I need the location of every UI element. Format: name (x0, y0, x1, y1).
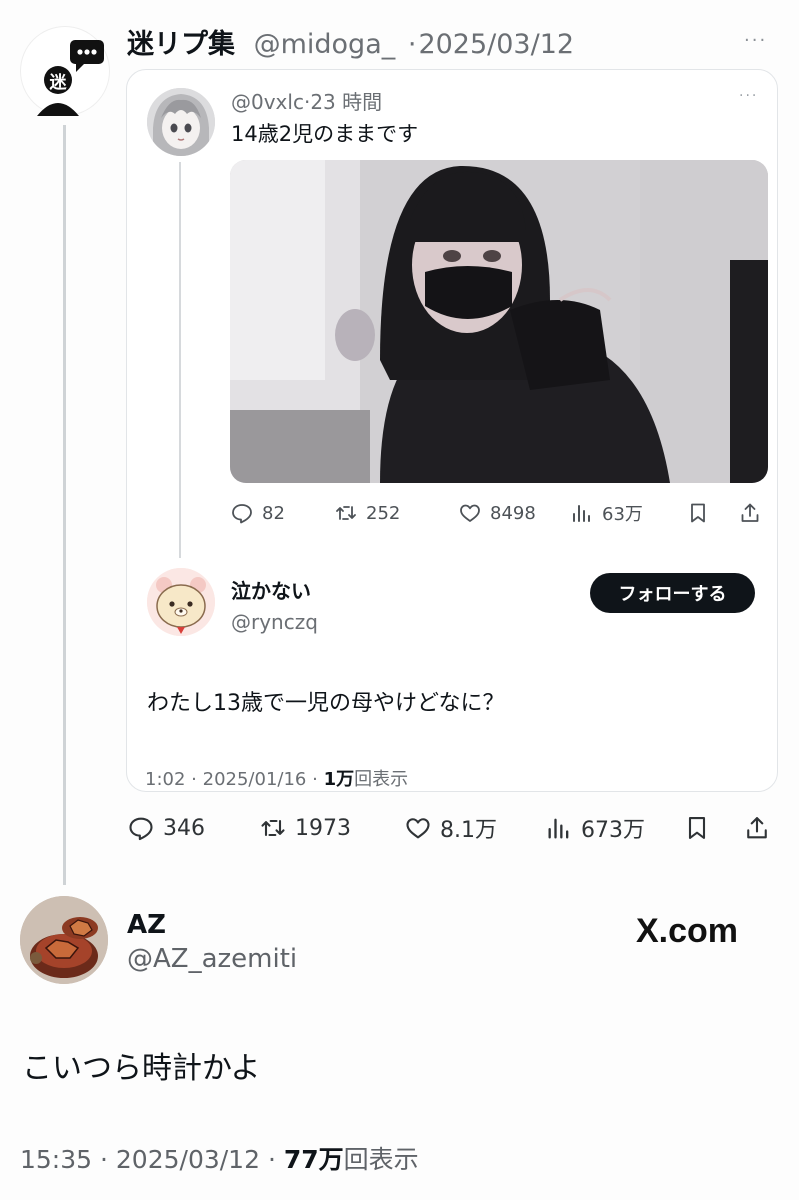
outer-views-button[interactable]: 673万 (545, 810, 645, 846)
main-date[interactable]: 2025/03/12 (116, 1145, 260, 1174)
bear-avatar-icon (147, 568, 215, 636)
main-handle[interactable]: @AZ_azemiti (127, 944, 297, 974)
outer-like-button[interactable]: 8.1万 (404, 810, 497, 846)
outer-repost-button[interactable]: 1973 (259, 810, 351, 846)
selfie-photo-icon (230, 160, 768, 483)
main-views-label: 回表示 (343, 1145, 419, 1174)
quoted-action-bar: 82 252 8498 63万 (230, 498, 768, 528)
outer-action-bar: 346 1973 8.1万 673万 (127, 810, 779, 846)
outer-views-count: 673万 (581, 818, 645, 843)
reply-date[interactable]: 2025/01/16 (203, 769, 307, 790)
reply-icon (129, 817, 153, 841)
outer-handle[interactable]: @midoga_ (254, 29, 396, 60)
main-tweet-meta: 15:35 · 2025/03/12 · 77万回表示 (20, 1140, 419, 1176)
reply-avatar[interactable] (147, 568, 215, 636)
quoted-header: @0vxlc·23 時間 (231, 86, 382, 115)
reply-handle[interactable]: @rynczq (231, 610, 318, 634)
reply-sep: · (191, 769, 197, 790)
quoted-thread-line (179, 162, 181, 558)
quoted-avatar[interactable] (147, 88, 215, 156)
reply-display-name[interactable]: 泣かない (231, 575, 311, 604)
quoted-repost-count: 252 (366, 502, 401, 524)
anime-avatar-icon (147, 88, 215, 156)
quoted-more-button[interactable]: ··· (739, 88, 758, 104)
outer-date[interactable]: 2025/03/12 (418, 29, 574, 60)
outer-bookmark-button[interactable] (683, 810, 711, 846)
quoted-handle[interactable]: @0vxlc (231, 90, 304, 114)
quoted-bookmark-button[interactable] (686, 498, 710, 528)
quoted-reply-count: 82 (262, 502, 285, 524)
quoted-like-count: 8498 (490, 502, 536, 524)
quoted-share-button[interactable] (738, 498, 762, 528)
reply-views-count: 1万 (323, 769, 355, 790)
reply-meta: 1:02 · 2025/01/16 · 1万回表示 (145, 765, 408, 791)
reply-text: わたし13歳で一児の母やけどなに？ (147, 691, 505, 716)
main-sep: · (100, 1145, 108, 1174)
avatar-char: 迷 (49, 73, 67, 93)
outer-like-count: 8.1万 (440, 818, 497, 843)
like-icon (460, 504, 480, 522)
main-views-count: 77万 (283, 1145, 344, 1174)
quoted-photo[interactable] (230, 160, 768, 483)
bookmark-icon (691, 503, 705, 523)
quoted-thread-card[interactable]: @0vxlc·23 時間 ··· 14歳2児のままです 82 252 8498 … (126, 69, 778, 792)
main-time[interactable]: 15:35 (20, 1145, 92, 1174)
quoted-repost-button[interactable]: 252 (334, 498, 400, 528)
quoted-time[interactable]: 23 時間 (310, 90, 382, 114)
main-sep2: · (267, 1145, 276, 1174)
reply-views-label: 回表示 (354, 769, 409, 790)
quoted-reply-button[interactable]: 82 (230, 498, 285, 528)
quoted-views-count: 63万 (602, 504, 643, 525)
follow-button[interactable]: フォローする (590, 573, 755, 613)
reply-time[interactable]: 1:02 (145, 769, 185, 790)
bookmark-icon (688, 817, 706, 839)
tortoise-avatar-icon (20, 896, 108, 984)
x-com-logo: X.com (636, 912, 739, 950)
main-display-name[interactable]: AZ (127, 910, 166, 940)
outer-repost-count: 1973 (295, 815, 351, 841)
quoted-views-button[interactable]: 63万 (570, 498, 643, 528)
quoted-like-button[interactable]: 8498 (458, 498, 536, 528)
repost-icon (336, 506, 356, 520)
outer-avatar[interactable]: 迷 (20, 26, 110, 120)
thread-line (63, 125, 66, 885)
reply-sep2: · (312, 769, 318, 790)
outer-reply-button[interactable]: 346 (127, 810, 205, 846)
views-icon (548, 818, 569, 839)
quoted-text: 14歳2児のままです (231, 122, 419, 146)
outer-display-name[interactable]: 迷リプ集 (127, 29, 235, 60)
share-icon (741, 503, 759, 522)
share-icon (747, 817, 767, 839)
repost-icon (261, 819, 285, 837)
outer-reply-count: 346 (163, 815, 205, 841)
views-icon (573, 505, 590, 522)
outer-more-button[interactable]: ··· (744, 30, 767, 51)
outer-date-sep: · (407, 29, 417, 60)
like-icon (406, 818, 430, 839)
outer-tweet-header: 迷リプ集 @midoga_ ·2025/03/12 (127, 22, 574, 61)
reply-icon (232, 504, 252, 524)
main-tweet-text: こいつら時計かよ (22, 1051, 261, 1086)
main-avatar[interactable] (20, 896, 108, 984)
outer-share-button[interactable] (743, 810, 771, 846)
